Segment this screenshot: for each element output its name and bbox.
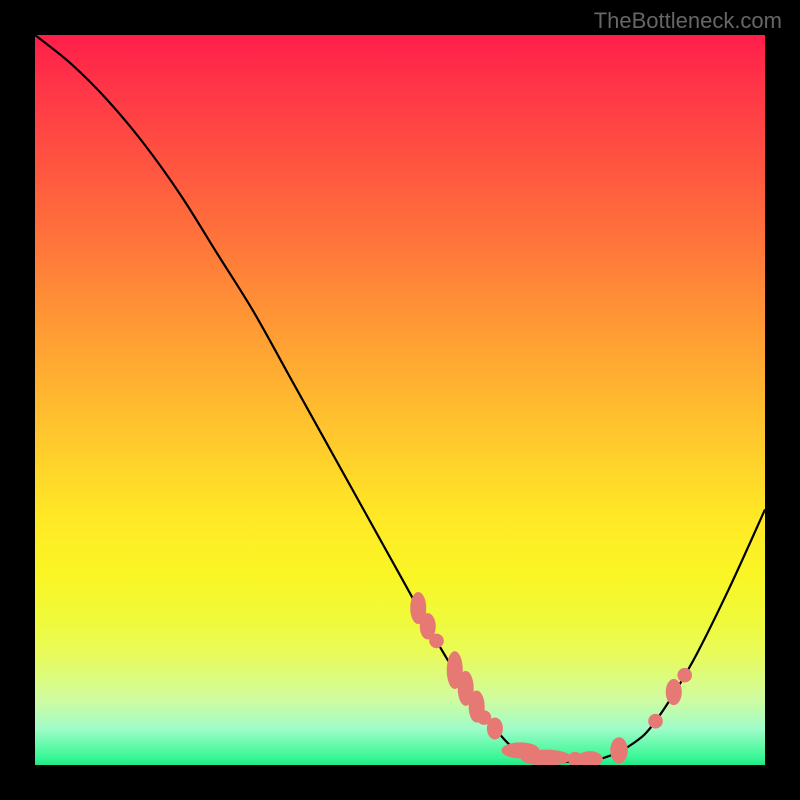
chart-container: TheBottleneck.com [0,0,800,800]
plot-area [35,35,765,765]
curve-marker [677,668,692,683]
curve-marker [487,718,503,740]
curve-marker [577,751,603,765]
curve-marker [666,679,682,705]
curve-marker [520,750,571,765]
curve-markers [410,592,692,765]
curve-marker [610,737,628,763]
curve-marker [648,714,663,729]
curve-marker [429,634,444,649]
curve-svg [35,35,765,765]
watermark-text: TheBottleneck.com [594,8,782,34]
bottleneck-curve [35,35,765,762]
